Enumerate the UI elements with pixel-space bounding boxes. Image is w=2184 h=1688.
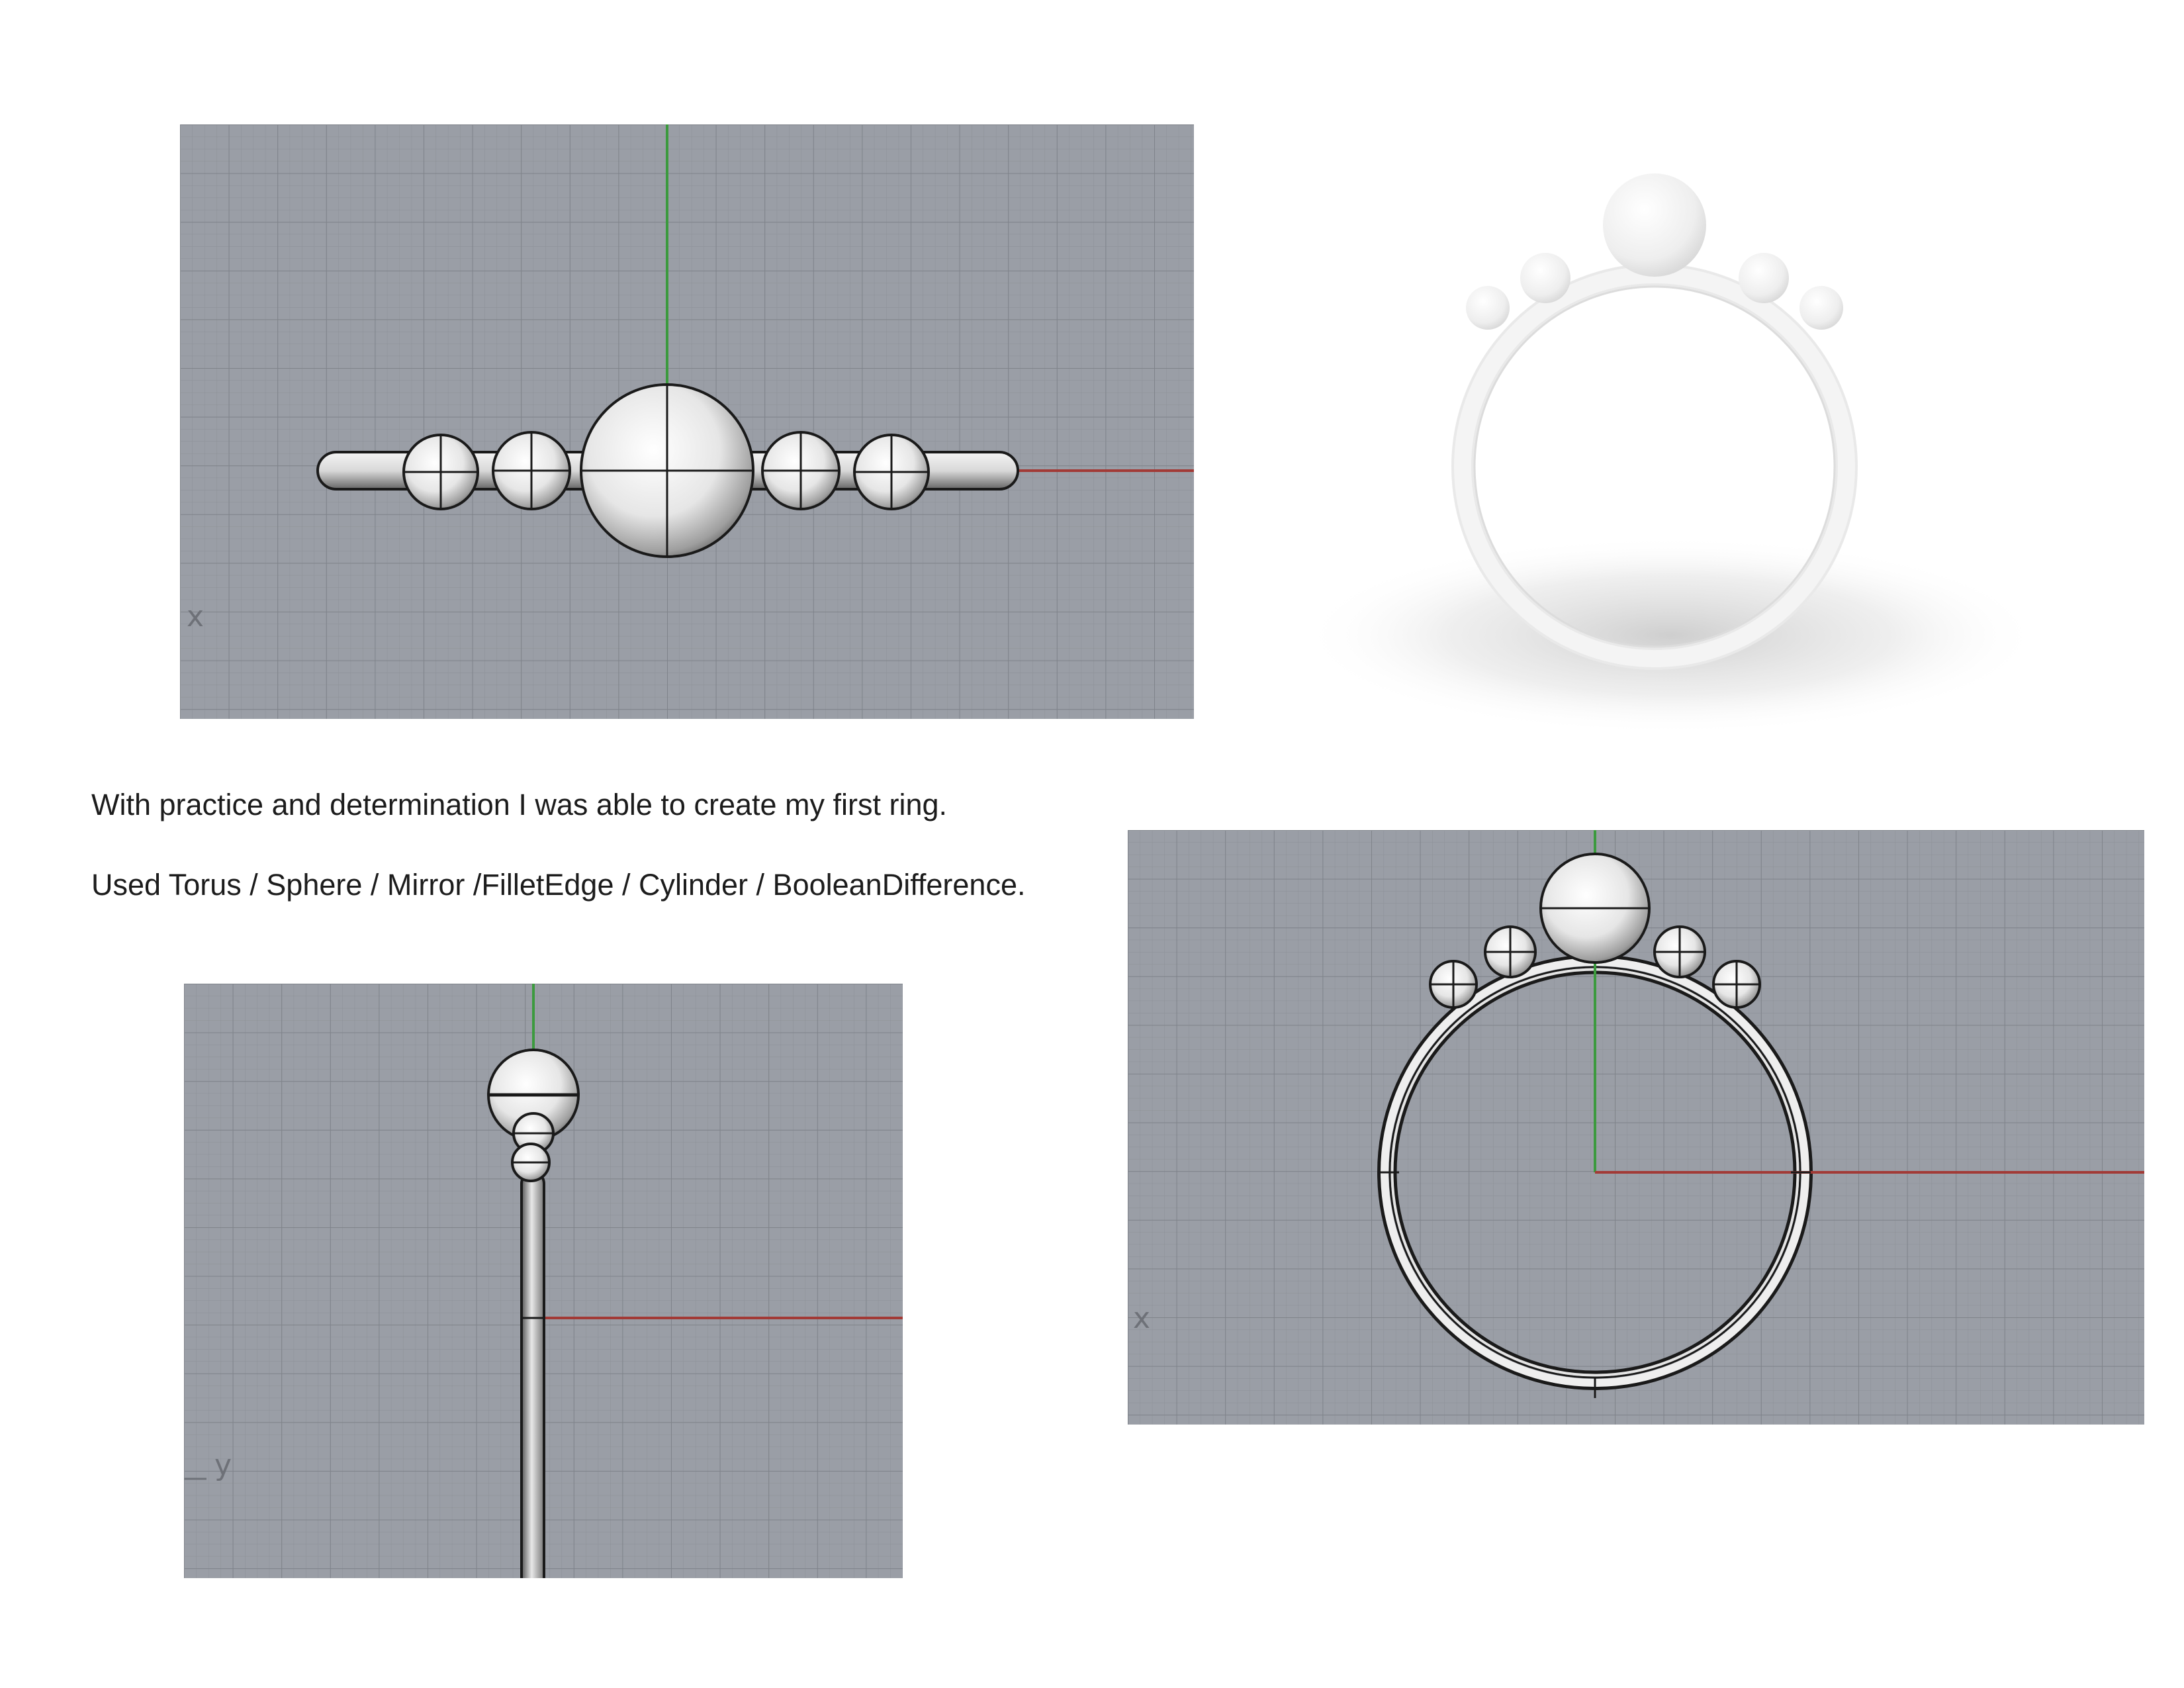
caption-line-1: With practice and determination I was ab… <box>91 788 948 821</box>
right-viewport[interactable]: y <box>184 984 903 1578</box>
front-view-axis-label: x <box>1133 1301 1151 1335</box>
top-view-axis-label: x <box>187 600 205 633</box>
front-viewport-canvas[interactable] <box>1128 830 2144 1425</box>
caption-line-2: Used Torus / Sphere / Mirror /FilletEdge… <box>91 868 1026 902</box>
top-viewport-canvas[interactable] <box>180 124 1194 719</box>
ring-render-panel <box>1291 126 2052 748</box>
right-view-axis-label: y <box>214 1448 232 1482</box>
top-viewport[interactable]: x <box>180 124 1194 719</box>
ring-render-image <box>1300 173 2042 735</box>
front-viewport[interactable]: x <box>1128 830 2144 1425</box>
right-viewport-canvas[interactable] <box>184 984 903 1578</box>
